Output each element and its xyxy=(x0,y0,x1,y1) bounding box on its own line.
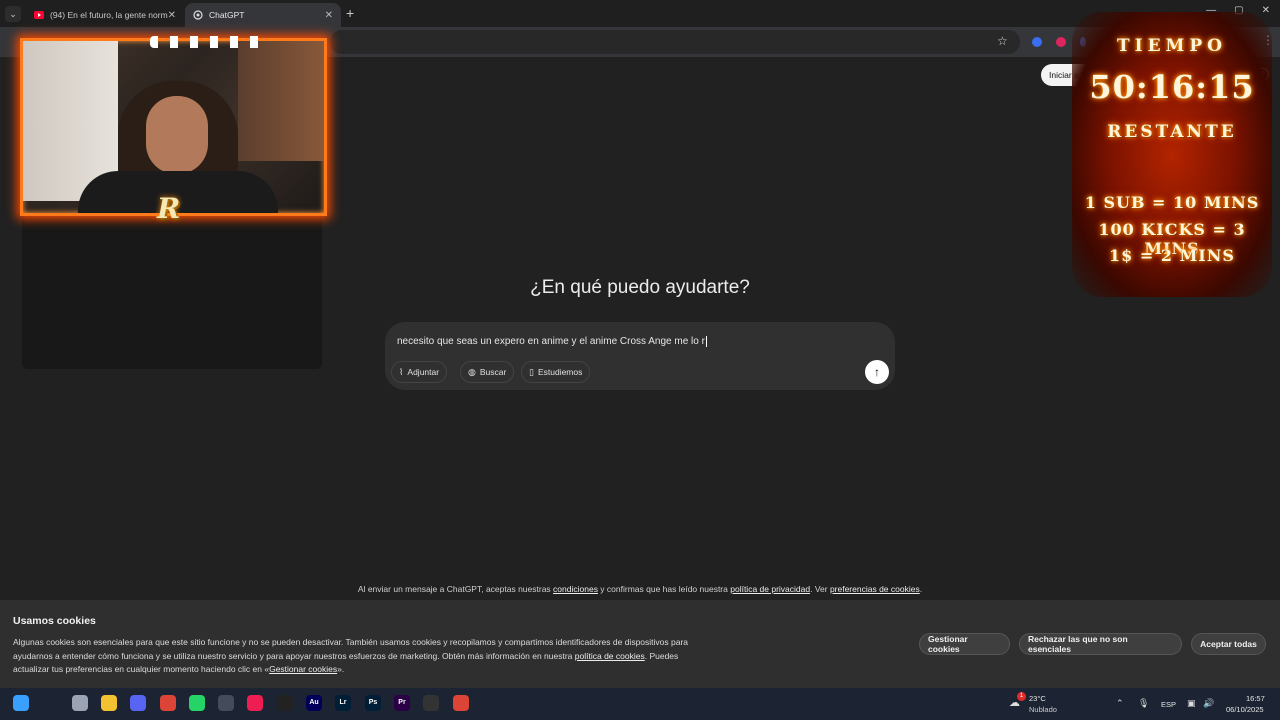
whatsapp-icon[interactable] xyxy=(189,695,205,711)
youtube-icon xyxy=(34,10,44,20)
chrome-active-icon[interactable] xyxy=(453,695,469,711)
book-icon: ▯ xyxy=(529,366,534,377)
tab-search-button[interactable]: ⌄ xyxy=(5,6,21,22)
subathon-timer-panel: TIEMPO 50:16:15 RESTANTE 1 SUB = 10 MINS… xyxy=(1072,12,1272,297)
tab-chatgpt[interactable]: ChatGPT ✕ xyxy=(185,3,341,27)
timer-label: TIEMPO xyxy=(1117,36,1227,56)
file-explorer-icon[interactable] xyxy=(101,695,117,711)
globe-icon: ◍ xyxy=(468,366,476,377)
microphone-icon[interactable]: 🎙 xyxy=(1138,698,1149,709)
streamer-logo-icon: R xyxy=(157,192,181,225)
streamer-face xyxy=(146,96,208,174)
premiere-icon[interactable]: Pr xyxy=(394,695,410,711)
timer-sublabel: RESTANTE xyxy=(1107,122,1237,142)
cookie-title: Usamos cookies xyxy=(13,615,96,627)
legal-text: . Ver xyxy=(810,584,830,594)
timer-rule: 1$ = 2 MINS xyxy=(1109,246,1235,265)
chrome-icon[interactable] xyxy=(160,695,176,711)
privacy-link[interactable]: política de privacidad xyxy=(730,584,810,594)
search-button[interactable]: ◍ Buscar xyxy=(460,361,515,383)
terminal-icon[interactable] xyxy=(423,695,439,711)
search-icon[interactable] xyxy=(42,695,58,711)
manage-cookies-link[interactable]: Gestionar cookies xyxy=(269,664,337,674)
extension-icon[interactable] xyxy=(1056,37,1066,47)
capcut-icon[interactable] xyxy=(277,695,293,711)
volume-icon[interactable]: 🔊 xyxy=(1203,698,1214,709)
terms-link[interactable]: condiciones xyxy=(553,584,598,594)
cookie-preferences-link[interactable]: preferencias de cookies xyxy=(830,584,920,594)
timer-rule: 1 SUB = 10 MINS xyxy=(1084,193,1260,212)
webcam-overlay xyxy=(20,38,327,216)
chevron-up-icon[interactable]: ⌃ xyxy=(1116,698,1124,709)
cookie-policy-link[interactable]: política de cookies xyxy=(575,651,645,661)
weather-description[interactable]: Nublado xyxy=(1029,705,1057,714)
legal-text: y confirmas que has leído nuestra xyxy=(597,584,731,594)
manage-cookies-button[interactable]: Gestionar cookies xyxy=(919,633,1010,655)
language-indicator[interactable]: ESP xyxy=(1161,700,1176,709)
prompt-input[interactable]: necesito que seas un expero en anime y e… xyxy=(397,336,707,347)
tiktok-icon[interactable] xyxy=(247,695,263,711)
cookie-description: Algunas cookies son esenciales para que … xyxy=(13,636,703,677)
audition-icon[interactable]: Au xyxy=(306,695,322,711)
wall-decoration xyxy=(238,41,324,161)
tab-youtube[interactable]: (94) En el futuro, la gente norm ✕ xyxy=(26,3,184,27)
cloud-icon[interactable]: ☁ xyxy=(1009,696,1020,709)
tab-title: ChatGPT xyxy=(209,10,245,20)
network-icon[interactable]: ▣ xyxy=(1187,698,1196,709)
chip-label: Adjuntar xyxy=(407,367,440,377)
chip-label: Buscar xyxy=(479,367,507,377)
tab-title: (94) En el futuro, la gente norm xyxy=(50,10,168,20)
lightroom-icon[interactable]: Lr xyxy=(335,695,351,711)
new-tab-button[interactable]: + xyxy=(346,5,354,21)
timer-value: 50:16:15 xyxy=(1089,68,1255,106)
close-tab-icon[interactable]: ✕ xyxy=(168,10,176,21)
photoshop-icon[interactable]: Ps xyxy=(365,695,381,711)
clock-time[interactable]: 16:57 xyxy=(1246,694,1265,703)
close-window-icon[interactable]: ✕ xyxy=(1262,5,1270,16)
address-bar[interactable] xyxy=(330,30,1020,54)
attach-button[interactable]: ⌇ Adjuntar xyxy=(391,361,448,383)
weather-temperature[interactable]: 23°C xyxy=(1029,694,1046,703)
bookmark-star-icon[interactable]: ☆ xyxy=(997,34,1008,48)
chip-label: Estudiemos xyxy=(537,367,583,377)
crown-icon xyxy=(150,36,270,48)
close-tab-icon[interactable]: ✕ xyxy=(325,10,333,21)
windows-start-icon[interactable] xyxy=(13,695,29,711)
cookie-text: ». xyxy=(337,664,345,674)
extension-icon[interactable] xyxy=(1032,37,1042,47)
chatgpt-icon xyxy=(193,10,203,20)
prompt-composer[interactable]: necesito que seas un expero en anime y e… xyxy=(385,322,895,390)
accept-cookies-button[interactable]: Aceptar todas xyxy=(1191,633,1266,655)
reject-cookies-button[interactable]: Rechazar las que no son esenciales xyxy=(1019,633,1182,655)
task-view-icon[interactable] xyxy=(72,695,88,711)
study-button[interactable]: ▯ Estudiemos xyxy=(521,361,591,383)
cookie-banner: Usamos cookies Algunas cookies son esenc… xyxy=(0,600,1280,688)
legal-text: Al enviar un mensaje a ChatGPT, aceptas … xyxy=(357,584,554,594)
send-button[interactable]: ↑ xyxy=(865,360,889,384)
paperclip-icon: ⌇ xyxy=(399,366,404,377)
discord-icon[interactable] xyxy=(130,695,146,711)
legal-text: . xyxy=(919,584,923,594)
obs-icon[interactable] xyxy=(218,695,234,711)
clock-date[interactable]: 06/10/2025 xyxy=(1226,705,1264,714)
legal-notice: Al enviar un mensaje a ChatGPT, aceptas … xyxy=(0,584,1280,594)
